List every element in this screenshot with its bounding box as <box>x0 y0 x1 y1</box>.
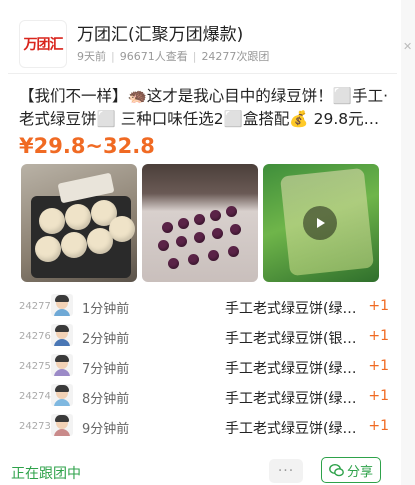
bean-ball <box>176 236 187 247</box>
order-rank: 24276 <box>19 331 51 342</box>
order-rank: 24274 <box>19 391 51 402</box>
follow-status: 正在跟团中 <box>11 466 81 482</box>
bean-ball <box>226 206 237 217</box>
bean-ball <box>212 228 223 239</box>
order-time: 9分钟前 <box>82 422 130 437</box>
group-header[interactable]: 万团汇 万团汇(汇聚万团爆款) 9天前 | 96671人查看 | 24277次跟团 <box>19 12 397 72</box>
pastry-cake <box>109 216 135 242</box>
view-count: 96671人查看 <box>119 50 188 63</box>
order-item: 手工老式绿豆饼(绿… <box>225 391 357 407</box>
pastry-cake <box>61 232 87 258</box>
avatar-hair <box>55 385 69 392</box>
meta-divider: | <box>192 50 197 63</box>
order-qty: +1 <box>368 358 389 374</box>
product-title[interactable]: 【我们不一样】🦔这才是我心目中的绿豆饼！⬜手工·老式绿豆饼⬜ 三种口味任选2⬜盒… <box>19 85 389 131</box>
follow-count: 24277次跟团 <box>201 50 270 63</box>
price-range: ¥29.8~32.8 <box>19 134 155 158</box>
bean-ball <box>208 250 219 261</box>
group-buy-card[interactable]: 万团汇 万团汇(汇聚万团爆款) 9天前 | 96671人查看 | 24277次跟团 【我… <box>8 6 397 482</box>
posted-time: 9天前 <box>77 50 106 63</box>
avatar <box>51 294 73 316</box>
avatar-body <box>54 399 70 406</box>
feed-row[interactable]: 24276 2分钟前 手工老式绿豆饼(银… +1 <box>19 321 389 351</box>
feed-row[interactable]: 24273 9分钟前 手工老式绿豆饼(绿… +1 <box>19 411 389 441</box>
bean-ball <box>210 210 221 221</box>
pastry-cake <box>39 208 65 234</box>
bean-ball <box>228 246 239 257</box>
bean-ball <box>178 218 189 229</box>
pastry-cake <box>65 204 91 230</box>
product-photos <box>21 164 387 282</box>
bean-ball <box>188 254 199 265</box>
bean-ball <box>194 232 205 243</box>
avatar-hair <box>55 295 69 302</box>
order-qty: +1 <box>368 418 389 434</box>
bean-ball <box>158 240 169 251</box>
avatar-body <box>54 369 70 376</box>
share-label: 分享 <box>346 464 373 480</box>
group-meta: 9天前 | 96671人查看 | 24277次跟团 <box>77 48 269 64</box>
avatar-hair <box>55 325 69 332</box>
order-qty: +1 <box>368 328 389 344</box>
avatar-hair <box>55 355 69 362</box>
avatar-body <box>54 309 70 316</box>
close-icon[interactable]: ✕ <box>403 40 412 53</box>
group-logo: 万团汇 <box>19 20 67 68</box>
order-item: 手工老式绿豆饼(绿… <box>225 421 357 437</box>
avatar-body <box>54 429 70 436</box>
wechat-icon <box>329 463 344 476</box>
feed-row[interactable]: 24274 8分钟前 手工老式绿豆饼(绿… +1 <box>19 381 389 411</box>
red-bean-balls-photo[interactable] <box>142 164 258 282</box>
meta-divider: | <box>111 50 115 63</box>
bean-ball <box>162 222 173 233</box>
order-rank: 24273 <box>19 421 51 432</box>
bean-ball <box>168 258 179 269</box>
order-time: 2分钟前 <box>82 332 130 347</box>
order-item: 手工老式绿豆饼(绿… <box>225 361 357 377</box>
feed-row[interactable]: 24275 7分钟前 手工老式绿豆饼(绿… +1 <box>19 351 389 381</box>
green-package-video[interactable] <box>263 164 379 282</box>
avatar <box>51 354 73 376</box>
order-time: 1分钟前 <box>82 302 130 317</box>
order-item: 手工老式绿豆饼(银… <box>225 331 357 347</box>
order-rank: 24275 <box>19 361 51 372</box>
avatar <box>51 414 73 436</box>
avatar <box>51 384 73 406</box>
header-divider <box>8 73 397 74</box>
follow-feed: 24277 1分钟前 手工老式绿豆饼(绿… +1 24276 2分钟前 手工老式… <box>19 291 389 441</box>
group-buy-card-page: 万团汇 万团汇(汇聚万团爆款) 9天前 | 96671人查看 | 24277次跟团 【我… <box>0 0 415 485</box>
avatar-body <box>54 339 70 346</box>
pastry-cake <box>35 236 61 262</box>
bean-ball <box>194 214 205 225</box>
share-button[interactable]: 分享 <box>321 457 381 483</box>
bean-ball <box>230 224 241 235</box>
avatar-hair <box>55 415 69 422</box>
order-rank: 24277 <box>19 301 51 312</box>
adjacent-panel-edge: ✕ <box>401 0 415 485</box>
feed-row[interactable]: 24277 1分钟前 手工老式绿豆饼(绿… +1 <box>19 291 389 321</box>
group-name: 万团汇(汇聚万团爆款) <box>77 25 244 45</box>
order-qty: +1 <box>368 298 389 314</box>
avatar <box>51 324 73 346</box>
play-icon[interactable] <box>303 206 337 240</box>
more-button[interactable]: ··· <box>269 459 303 483</box>
order-item: 手工老式绿豆饼(绿… <box>225 301 357 317</box>
order-time: 8分钟前 <box>82 392 130 407</box>
pastry-tray-photo[interactable] <box>21 164 137 282</box>
logo-text: 万团汇 <box>23 37 64 53</box>
order-qty: +1 <box>368 388 389 404</box>
order-time: 7分钟前 <box>82 362 130 377</box>
